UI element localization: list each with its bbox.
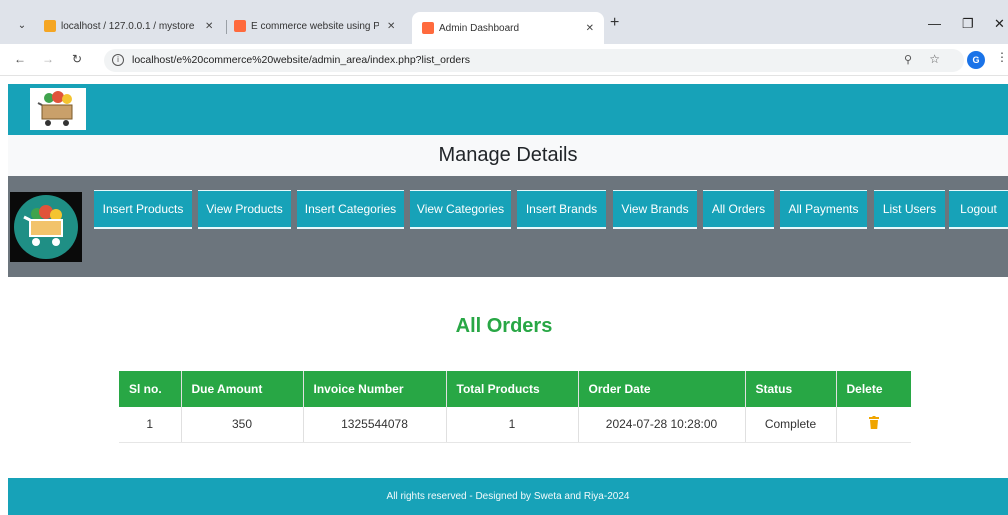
manage-details-banner: Manage Details [8, 135, 1008, 176]
delete-cell [836, 407, 911, 443]
page-title: Manage Details [438, 144, 578, 166]
close-tab-icon[interactable]: ✕ [205, 21, 213, 32]
column-header: Total Products [446, 371, 579, 407]
close-tab-icon[interactable]: ✕ [387, 21, 395, 32]
url-text[interactable]: localhost/e%20commerce%20website/admin_a… [132, 54, 470, 66]
logout-button[interactable]: Logout [949, 190, 1008, 229]
shop-logo-small[interactable] [30, 88, 86, 130]
insert-brands-button[interactable]: Insert Brands [517, 190, 606, 229]
profile-avatar[interactable]: G [967, 51, 985, 69]
tab-ecommerce[interactable]: E commerce website using PHP ✕ [234, 15, 406, 37]
insert-categories-button[interactable]: Insert Categories [297, 190, 404, 229]
admin-logo [10, 192, 82, 262]
serial-number-cell: 1 [119, 407, 182, 443]
status-cell: Complete [745, 407, 837, 443]
all-payments-button[interactable]: All Payments [780, 190, 867, 229]
restore-icon[interactable]: ❐ [962, 16, 974, 32]
total-products-cell: 1 [446, 407, 579, 443]
address-bar[interactable]: i localhost/e%20commerce%20website/admin… [104, 49, 964, 72]
tab-title: E commerce website using PHP [251, 20, 379, 32]
tab-title: Admin Dashboard [439, 22, 520, 34]
zoom-icon[interactable]: ⚲ [904, 53, 912, 66]
all-orders-button[interactable]: All Orders [703, 190, 774, 229]
xampp-favicon-icon [234, 20, 246, 32]
column-header: Delete [836, 371, 911, 407]
phpmyadmin-favicon-icon [44, 20, 56, 32]
new-tab-icon[interactable]: + [610, 14, 619, 32]
tab-admin-dashboard[interactable]: Admin Dashboard ✕ [412, 12, 604, 44]
footer: All rights reserved - Designed by Sweta … [8, 478, 1008, 515]
view-brands-button[interactable]: View Brands [613, 190, 697, 229]
column-header: Invoice Number [303, 371, 447, 407]
order-date-cell: 2024-07-28 10:28:00 [578, 407, 746, 443]
table-header-row: Sl no. Due Amount Invoice Number Total P… [119, 371, 911, 407]
view-categories-button[interactable]: View Categories [410, 190, 511, 229]
column-header: Order Date [578, 371, 746, 407]
tab-title: localhost / 127.0.0.1 / mystore / [61, 20, 197, 32]
xampp-favicon-icon [422, 22, 434, 34]
list-users-button[interactable]: List Users [874, 190, 945, 229]
minimize-icon[interactable]: — [928, 16, 941, 31]
column-header: Sl no. [119, 371, 182, 407]
column-header: Status [745, 371, 837, 407]
insert-products-button[interactable]: Insert Products [94, 190, 192, 229]
cart-logo-icon [37, 91, 73, 126]
footer-text: All rights reserved - Designed by Sweta … [386, 491, 630, 502]
browser-menu-icon[interactable]: ⋮ [996, 50, 1008, 64]
column-header: Due Amount [181, 371, 304, 407]
trash-icon[interactable] [868, 416, 879, 430]
section-title: All Orders [455, 315, 553, 337]
tab-search-chevron-icon[interactable]: ⌄ [12, 17, 32, 35]
due-amount-cell: 350 [181, 407, 304, 443]
orders-table: Sl no. Due Amount Invoice Number Total P… [119, 371, 911, 443]
admin-nav-bar: Insert Products View Products Insert Cat… [8, 176, 1008, 277]
close-window-icon[interactable]: ✕ [994, 16, 1005, 32]
reload-icon[interactable]: ↻ [72, 52, 82, 66]
bookmark-star-icon[interactable]: ☆ [929, 52, 940, 66]
tab-phpmyadmin[interactable]: localhost / 127.0.0.1 / mystore / ✕ [44, 15, 224, 37]
invoice-number-cell: 1325544078 [303, 407, 447, 443]
browser-tab-strip: ⌄ localhost / 127.0.0.1 / mystore / ✕ E … [0, 0, 1008, 44]
site-info-icon[interactable]: i [112, 54, 124, 66]
cart-logo-icon [14, 195, 78, 259]
site-top-navbar [8, 84, 1008, 135]
back-icon[interactable]: ← [14, 52, 26, 66]
tab-separator [226, 20, 227, 34]
forward-icon[interactable]: → [42, 52, 54, 66]
address-bar-row: ← → ↻ i localhost/e%20commerce%20website… [0, 44, 1008, 76]
close-tab-icon[interactable]: ✕ [586, 23, 594, 34]
view-products-button[interactable]: View Products [198, 190, 291, 229]
table-row: 1 350 1325544078 1 2024-07-28 10:28:00 C… [119, 407, 911, 443]
